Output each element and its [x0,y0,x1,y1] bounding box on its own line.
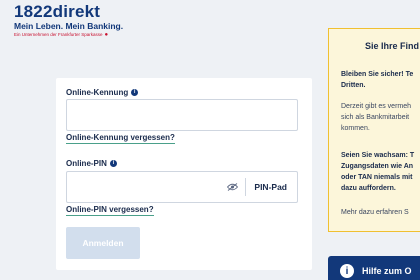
notice-line: Zugangsdaten wie An [341,163,414,170]
brand-logo[interactable]: 1822direkt Mein Leben. Mein Banking. Ein… [14,3,123,39]
help-label: Hilfe zum O [362,266,412,276]
notice-line: Dritten. [341,82,366,89]
sparkasse-icon: ● [104,32,109,38]
notice-more-link[interactable]: Mehr dazu erfahren S [341,207,409,219]
notice-line: oder TAN niemals mit [341,174,413,181]
notice-line: Derzeit gibt es vermeh [341,103,412,110]
notice-line: kommen. [341,125,370,132]
brand-name: 1822direkt [14,2,101,21]
online-pin-label: Online-PIN i [66,159,117,168]
brand-sub-text: Ein Unternehmen der Frankfurter Sparkass… [14,32,103,37]
online-pin-input[interactable]: PIN-Pad [66,171,298,203]
online-pin-label-text: Online-PIN [66,159,107,168]
forgot-pin-link[interactable]: Online-PIN vergessen? [66,205,154,216]
notice-title: Sie Ihre Find [365,41,420,51]
notice-line: Bleiben Sie sicher! Te [341,71,414,78]
info-icon[interactable]: i [109,160,117,167]
notice-line: dazu auffordern. [341,185,396,192]
forgot-kennung-link[interactable]: Online-Kennung vergessen? [66,133,175,144]
info-icon[interactable]: i [131,89,139,96]
notice-line: sich als Bankmitarbeit [341,114,410,121]
pin-pad-button[interactable]: PIN-Pad [246,182,297,192]
help-button[interactable]: i Hilfe zum O [328,256,420,280]
pin-tools: PIN-Pad [219,172,297,202]
brand-subline: Ein Unternehmen der Frankfurter Sparkass… [14,31,123,39]
online-kennung-label-text: Online-Kennung [66,88,129,97]
security-notice-panel: Sie Ihre Find Bleiben Sie sicher! Te Dri… [328,28,420,232]
online-kennung-input[interactable] [66,99,298,131]
online-kennung-label: Online-Kennung i [66,88,139,97]
login-button[interactable]: Anmelden [66,227,140,259]
login-card: Online-Kennung i Online-Kennung vergesse… [56,78,312,270]
info-icon: i [340,264,354,278]
brand-slogan: Mein Leben. Mein Banking. [14,21,124,31]
eye-icon[interactable] [219,172,245,202]
notice-line: Seien Sie wachsam: T [341,152,415,159]
